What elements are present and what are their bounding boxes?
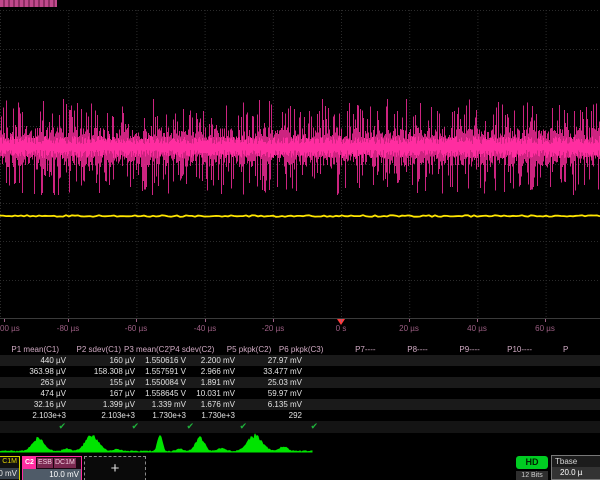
measure-value: 1.550084 V [138,377,189,388]
table-row: 440 µV160 µV1.550616 V2.200 mV27.97 mV [0,355,600,366]
measure-header[interactable]: P3 mean(C2) [124,344,170,355]
hd-mode-badge[interactable]: HD [516,456,548,469]
axis-tick [477,319,478,322]
table-row: 363.98 µV158.308 µV1.557591 V2.966 mV33.… [0,366,600,377]
measure-value: 474 µV [0,388,69,399]
measure-value: 2.103e+3 [69,410,138,421]
histogram-trace [0,430,600,456]
measure-value: 155 µV [69,377,138,388]
measure-header-unused[interactable]: P [535,344,600,355]
measure-value: 363.98 µV [0,366,69,377]
axis-tick-label: 00 µs [0,324,20,333]
table-row: 32.16 µV1.399 µV1.339 mV1.676 mV6.135 mV [0,399,600,410]
axis-line [0,318,600,319]
measure-header-unused[interactable]: P9---- [431,344,483,355]
axis-tick [545,319,546,322]
measure-header-unused[interactable]: P6 pkpk(C3) [274,344,326,355]
measure-header[interactable]: P2 sdev(C1) [62,344,124,355]
axis-tick [341,319,342,322]
c2-eres-badge: ESB [37,458,53,468]
measure-value: 263 µV [0,377,69,388]
axis-tick-label: -20 µs [262,324,284,333]
measure-header-unused[interactable]: P10---- [483,344,535,355]
measure-header-unused[interactable]: P7---- [326,344,378,355]
measure-value: 1.891 mV [189,377,238,388]
measure-value: 158.308 µV [69,366,138,377]
c2-coupling-badge: DC1M [54,458,76,468]
measure-value: 1.730e+3 [189,410,238,421]
measure-value: 2.200 mV [189,355,238,366]
table-row: 474 µV167 µV1.558645 V10.031 mV59.97 mV [0,388,600,399]
measure-value: 1.557591 V [138,366,189,377]
table-row: 263 µV155 µV1.550084 V1.891 mV25.03 mV [0,377,600,388]
axis-tick [68,319,69,322]
timebase-axis: 00 µs -80 µs -60 µs -40 µs -20 µs 0 s 20 µs 40 … [0,318,600,344]
hd-bits-label: 12 Bits [516,471,548,480]
measure-value: 167 µV [69,388,138,399]
measure-header[interactable]: P4 sdev(C2) [170,344,214,355]
axis-tick [136,319,137,322]
c2-descriptor-top-row: C2 ESB DC1M [23,457,81,469]
plus-icon: + [111,460,120,477]
c1-coupling-label: C1M [0,457,19,468]
axis-tick-label: 20 µs [399,324,419,333]
measurement-table: P1 mean(C1)P2 sdev(C1)P3 mean(C2)P4 sdev… [0,344,600,433]
c1-scale-label: 0 mV [0,468,19,479]
axis-tick [4,319,5,322]
measure-value: 32.16 µV [0,399,69,410]
axis-tick-label: 40 µs [467,324,487,333]
oscilloscope-screen: 00 µs -80 µs -60 µs -40 µs -20 µs 0 s 20 µs 40 … [0,0,600,480]
c2-scale-label: 10.0 mV [23,469,81,480]
measure-value: 440 µV [0,355,69,366]
measure-value: 2.966 mV [189,366,238,377]
timebase-scale-label: 20.0 µ [552,467,600,479]
measure-value: 25.03 mV [238,377,305,388]
measure-header-unused[interactable]: P8---- [379,344,431,355]
channel1-descriptor[interactable]: C1M 0 mV [0,456,20,480]
axis-tick [205,319,206,322]
measure-value: 27.97 mV [238,355,305,366]
waveform-display [0,0,600,318]
axis-tick-label: 0 s [336,324,347,333]
axis-tick [273,319,274,322]
axis-tick-label: 60 µs [535,324,555,333]
measure-value: 59.97 mV [238,388,305,399]
channel2-descriptor[interactable]: C2 ESB DC1M 10.0 mV [22,456,82,480]
table-header-row: P1 mean(C1)P2 sdev(C1)P3 mean(C2)P4 sdev… [0,344,600,355]
measure-header[interactable]: P1 mean(C1) [0,344,62,355]
measure-value: 160 µV [69,355,138,366]
add-trace-button[interactable]: + [84,456,146,480]
axis-tick-label: -80 µs [57,324,79,333]
timebase-title: Tbase [552,456,600,467]
measure-value: 292 [238,410,305,421]
measure-value: 1.339 mV [138,399,189,410]
measure-value: 1.399 µV [69,399,138,410]
measure-value: 33.477 mV [238,366,305,377]
cropped-menu-highlight [0,0,57,7]
axis-tick-label: -60 µs [125,324,147,333]
measure-value: 6.135 mV [238,399,305,410]
axis-tick-label: -40 µs [194,324,216,333]
axis-tick [409,319,410,322]
measure-header[interactable]: P5 pkpk(C2) [214,344,274,355]
measure-value: 1.558645 V [138,388,189,399]
measure-value: 1.550616 V [138,355,189,366]
measure-value: 1.730e+3 [138,410,189,421]
c2-channel-label: C2 [23,457,36,469]
measure-value: 10.031 mV [189,388,238,399]
table-row: 2.103e+32.103e+31.730e+31.730e+3292 [0,410,600,421]
timebase-descriptor[interactable]: Tbase 20.0 µ [551,455,600,480]
measure-value: 2.103e+3 [0,410,69,421]
measure-value: 1.676 mV [189,399,238,410]
